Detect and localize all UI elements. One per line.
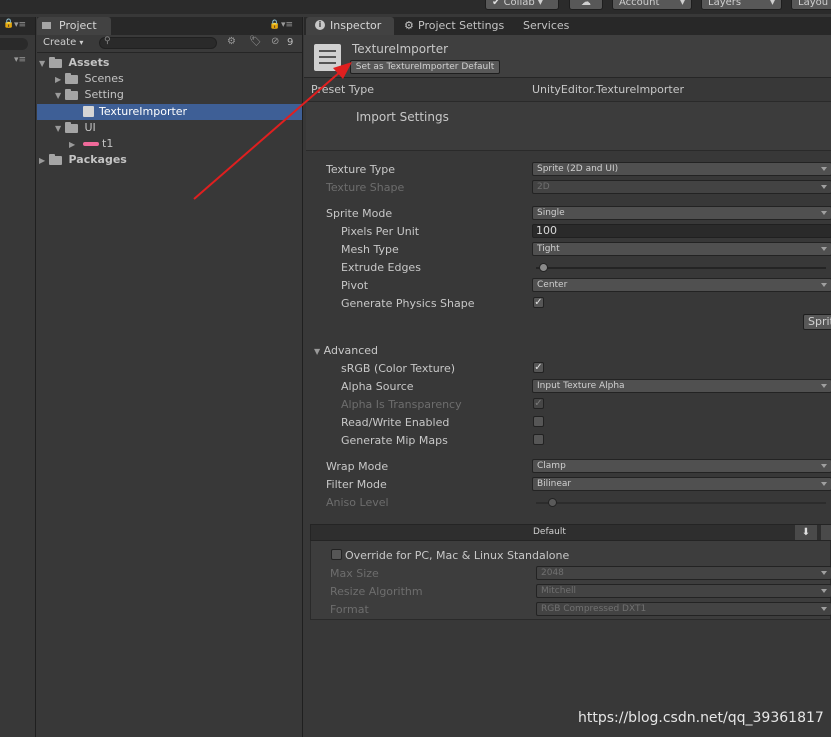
- watermark-text: https://blog.csdn.net/qq_39361817: [578, 710, 824, 726]
- annotation-arrow: [193, 62, 352, 200]
